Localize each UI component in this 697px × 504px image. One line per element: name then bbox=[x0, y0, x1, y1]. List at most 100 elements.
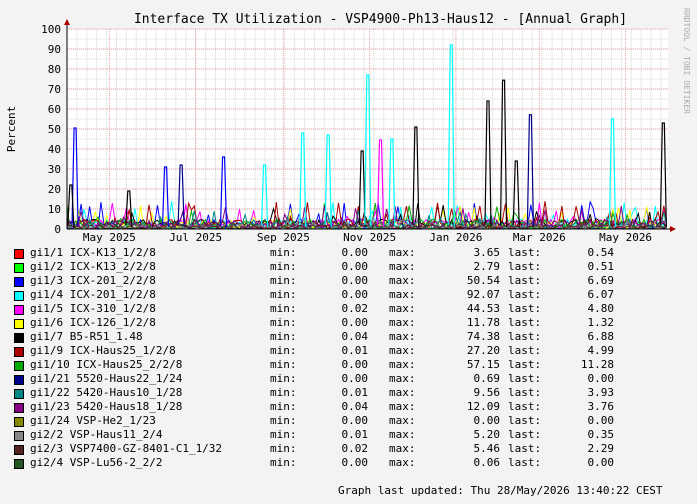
legend-min-value: 0.00 bbox=[341, 456, 369, 469]
legend-max-label: max: bbox=[389, 330, 416, 343]
legend-last-value: 3.76 bbox=[587, 400, 615, 413]
legend-min-label: min: bbox=[270, 260, 297, 273]
y-axis-arrow bbox=[64, 19, 70, 25]
x-tick-label: Jul 2025 bbox=[169, 231, 222, 244]
legend-last-label: last: bbox=[508, 456, 542, 469]
legend-last-label: last: bbox=[508, 316, 542, 329]
legend-series-name: gi1/7 B5-R51_1.48 bbox=[30, 330, 143, 343]
legend-min-value: 0.04 bbox=[341, 330, 369, 343]
x-tick-label: Jan 2026 bbox=[429, 231, 482, 244]
legend-swatch bbox=[14, 431, 24, 441]
legend-row: gi1/3 ICX-201_2/2/8 min: 0.00 max: 50.54 last… bbox=[14, 274, 674, 288]
legend-series-name: gi1/5 ICX-310_1/2/8 bbox=[30, 302, 156, 315]
legend-last-value: 1.32 bbox=[587, 316, 615, 329]
legend-row: gi1/1 ICX-K13_1/2/8 min: 0.00 max: 3.65 last:… bbox=[14, 246, 674, 260]
legend-min-label: min: bbox=[270, 428, 297, 441]
legend-last-value: 0.51 bbox=[587, 260, 615, 273]
legend-swatch bbox=[14, 375, 24, 385]
x-tick-label: May 2026 bbox=[599, 231, 652, 244]
legend-last-label: last: bbox=[508, 274, 542, 287]
legend-last-value: 4.99 bbox=[587, 344, 615, 357]
legend-max-label: max: bbox=[389, 386, 416, 399]
legend-swatch bbox=[14, 403, 24, 413]
x-tick-label: Sep 2025 bbox=[257, 231, 310, 244]
legend-min-label: min: bbox=[270, 330, 297, 343]
legend-max-value: 2.79 bbox=[473, 260, 501, 273]
legend-max-value: 3.65 bbox=[473, 246, 501, 259]
x-axis-arrow bbox=[670, 226, 676, 232]
y-tick-label: 40 bbox=[48, 143, 61, 156]
legend-max-label: max: bbox=[389, 260, 416, 273]
legend-max-label: max: bbox=[389, 372, 416, 385]
legend-swatch bbox=[14, 347, 24, 357]
legend-row: gi1/24 VSP-He2_1/23 min: 0.00 max: 0.00 last:… bbox=[14, 414, 674, 428]
legend-last-label: last: bbox=[508, 260, 542, 273]
legend-max-label: max: bbox=[389, 274, 416, 287]
legend-swatch bbox=[14, 263, 24, 273]
legend-last-value: 6.88 bbox=[587, 330, 615, 343]
legend-swatch bbox=[14, 333, 24, 343]
legend-min-label: min: bbox=[270, 288, 297, 301]
legend-max-value: 5.46 bbox=[473, 442, 501, 455]
legend-max-label: max: bbox=[389, 456, 416, 469]
legend-max-value: 9.56 bbox=[473, 386, 501, 399]
legend-last-value: 3.93 bbox=[587, 386, 615, 399]
legend-min-label: min: bbox=[270, 456, 297, 469]
legend-max-label: max: bbox=[389, 442, 416, 455]
legend-row: gi1/23 5420-Haus18_1/28 min: 0.04 max: 12.09… bbox=[14, 400, 674, 414]
watermark-text: RRDTOOL / TOBI OETIKER bbox=[682, 8, 691, 114]
legend-swatch bbox=[14, 305, 24, 315]
legend-series-name: gi1/22 5420-Haus10_1/28 bbox=[30, 386, 183, 399]
legend-max-label: max: bbox=[389, 358, 416, 371]
legend-last-label: last: bbox=[508, 288, 542, 301]
legend-max-label: max: bbox=[389, 316, 416, 329]
legend-min-value: 0.02 bbox=[341, 302, 369, 315]
legend-last-label: last: bbox=[508, 400, 542, 413]
legend-last-label: last: bbox=[508, 414, 542, 427]
legend-max-value: 44.53 bbox=[466, 302, 500, 315]
legend-row: gi2/3 VSP7400-GZ-8401-C1_1/32 min: 0.02 max… bbox=[14, 442, 674, 456]
legend-max-label: max: bbox=[389, 400, 416, 413]
legend-max-value: 0.69 bbox=[473, 372, 501, 385]
chart-svg: 0 10 20 30 40 50 60 70 80 90 100 May 2025 Jul 2025 Se… bbox=[5, 8, 691, 244]
y-tick-label: 10 bbox=[48, 203, 61, 216]
y-tick-label: 50 bbox=[48, 123, 61, 136]
legend-min-value: 0.00 bbox=[341, 288, 369, 301]
y-tick-label: 70 bbox=[48, 83, 61, 96]
legend-max-label: max: bbox=[389, 414, 416, 427]
legend-min-value: 0.01 bbox=[341, 386, 369, 399]
x-tick-label: Nov 2025 bbox=[343, 231, 396, 244]
x-tick-label: May 2025 bbox=[83, 231, 136, 244]
legend-last-label: last: bbox=[508, 330, 542, 343]
legend-series-name: gi1/23 5420-Haus18_1/28 bbox=[30, 400, 183, 413]
y-tick-label: 0 bbox=[54, 223, 61, 236]
y-tick-label: 80 bbox=[48, 63, 61, 76]
legend-min-value: 0.00 bbox=[341, 316, 369, 329]
legend-row: gi1/7 B5-R51_1.48 min: 0.04 max: 74.38 last: 6… bbox=[14, 330, 674, 344]
legend-series-name: gi1/3 ICX-201_2/2/8 bbox=[30, 274, 156, 287]
legend-min-value: 0.04 bbox=[341, 400, 369, 413]
legend-min-label: min: bbox=[270, 274, 297, 287]
legend-min-label: min: bbox=[270, 316, 297, 329]
legend-series-name: gi1/21 5520-Haus22_1/24 bbox=[30, 372, 183, 385]
legend-min-value: 0.00 bbox=[341, 414, 369, 427]
legend-series-name: gi1/10 ICX-Haus25_2/2/8 bbox=[30, 358, 183, 371]
legend-row: gi1/9 ICX-Haus25_1/2/8 min: 0.01 max: 27.20 l… bbox=[14, 344, 674, 358]
legend-swatch bbox=[14, 417, 24, 427]
legend-last-value: 11.28 bbox=[580, 358, 614, 371]
rrd-graph: 0 10 20 30 40 50 60 70 80 90 100 May 2025 Jul 2025 Se… bbox=[0, 0, 697, 504]
legend-last-value: 0.00 bbox=[587, 456, 615, 469]
legend-last-label: last: bbox=[508, 442, 542, 455]
legend-last-value: 0.54 bbox=[587, 246, 615, 259]
legend-last-label: last: bbox=[508, 372, 542, 385]
legend-series-name: gi1/24 VSP-He2_1/23 bbox=[30, 414, 156, 427]
legend-max-value: 50.54 bbox=[466, 274, 500, 287]
legend-row: gi1/4 ICX-201_1/2/8 min: 0.00 max: 92.07 last… bbox=[14, 288, 674, 302]
legend-min-value: 0.01 bbox=[341, 344, 369, 357]
legend-max-value: 92.07 bbox=[466, 288, 500, 301]
legend-series-name: gi1/4 ICX-201_1/2/8 bbox=[30, 288, 156, 301]
legend-last-label: last: bbox=[508, 428, 542, 441]
y-tick-label: 60 bbox=[48, 103, 61, 116]
legend-min-label: min: bbox=[270, 386, 297, 399]
legend-series-name: gi1/6 ICX-126_1/2/8 bbox=[30, 316, 156, 329]
